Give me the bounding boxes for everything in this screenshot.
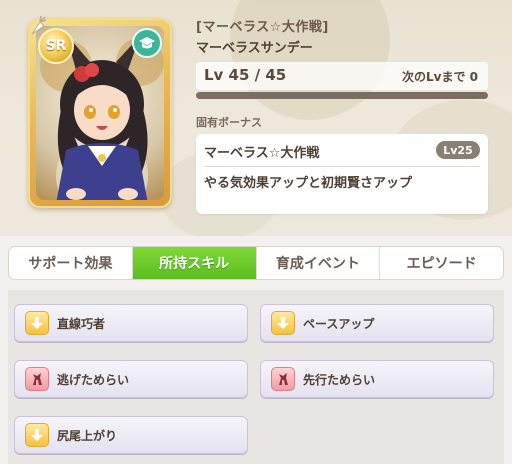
skill-item[interactable]: 尻尾上がり — [14, 416, 248, 454]
support-card-detail-screen: SR [マーベラス☆大作戦] マーベラスサンデー Lv 45 / 45 次のLv… — [0, 0, 512, 464]
card-epithet: [マーベラス☆大作戦] — [196, 20, 329, 35]
tab-support-effects[interactable]: サポート効果 — [9, 247, 133, 279]
card-header: SR [マーベラス☆大作戦] マーベラスサンデー Lv 45 / 45 次のLv… — [0, 0, 512, 236]
next-level-text: 次のLvまで 0 — [402, 70, 478, 84]
graduation-cap-icon — [132, 28, 162, 58]
skill-label: 直線巧者 — [57, 316, 106, 331]
skill-item[interactable]: 先行ためらい — [260, 360, 494, 398]
tab-bar: サポート効果 所持スキル 育成イベント エピソード — [8, 246, 504, 280]
horse-debuff-icon — [25, 367, 49, 391]
skill-item[interactable]: 逃げためらい — [14, 360, 248, 398]
skills-list: 直線巧者 ペースアップ 逃げためらい 先行ためらい 尻尾上がり — [8, 290, 504, 464]
character-name: マーベラスサンデー — [196, 41, 313, 56]
level-text: Lv 45 / 45 — [204, 66, 287, 84]
skill-label: 尻尾上がり — [57, 428, 118, 443]
tab-owned-skills[interactable]: 所持スキル — [132, 247, 257, 279]
unique-bonus-label: 固有ボーナス — [196, 116, 262, 129]
skill-label: 逃げためらい — [57, 372, 130, 387]
unique-bonus-panel: マーベラス☆大作戦 Lv25 やる気効果アップと初期賢さアップ — [196, 134, 488, 214]
unique-bonus-name: マーベラス☆大作戦 — [204, 146, 320, 161]
skill-label: 先行ためらい — [303, 372, 376, 387]
skill-item[interactable]: 直線巧者 — [14, 304, 248, 342]
carrot-icon — [26, 14, 48, 36]
level-progress-bar — [196, 92, 488, 99]
divider — [204, 166, 480, 167]
skill-label: ペースアップ — [303, 316, 375, 331]
skill-item[interactable]: ペースアップ — [260, 304, 494, 342]
speed-up-icon — [271, 311, 295, 335]
level-progress-fill — [196, 92, 488, 99]
speed-up-icon — [25, 423, 49, 447]
horse-debuff-icon — [271, 367, 295, 391]
unique-bonus-level-badge: Lv25 — [436, 141, 480, 159]
tab-training-events[interactable]: 育成イベント — [257, 247, 381, 279]
speed-up-icon — [25, 311, 49, 335]
tab-episodes[interactable]: エピソード — [380, 247, 503, 279]
detail-tabs-panel: サポート効果 所持スキル 育成イベント エピソード 直線巧者 ペースアップ 逃げ… — [0, 236, 512, 464]
level-display: Lv 45 / 45 次のLvまで 0 — [196, 62, 488, 90]
unique-bonus-description: やる気効果アップと初期賢さアップ — [204, 176, 413, 191]
support-card-image[interactable]: SR — [28, 18, 172, 208]
